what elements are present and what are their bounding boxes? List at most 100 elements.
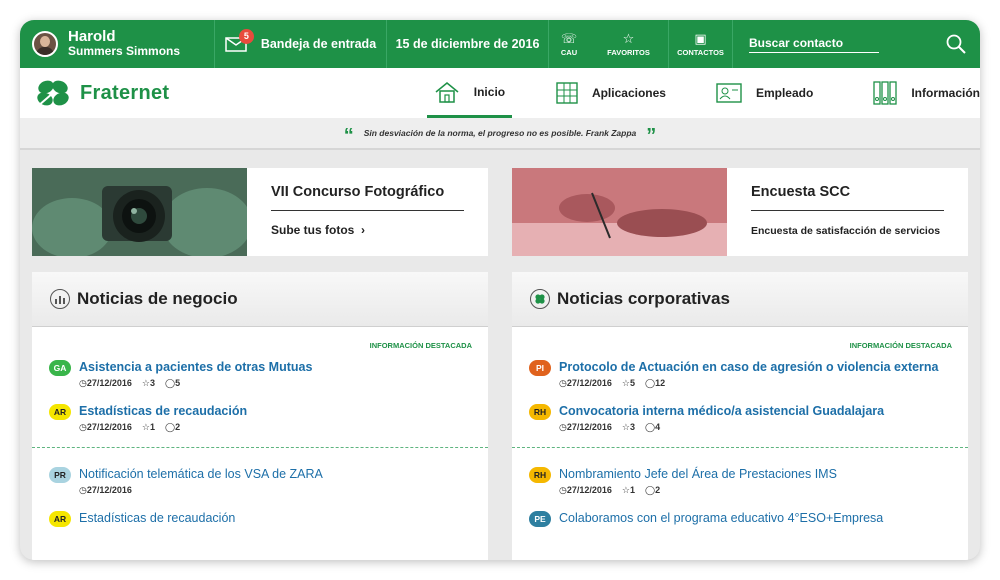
news-title[interactable]: Estadísticas de recaudación — [79, 403, 247, 419]
top-bar: Harold Summers Simmons 5 Bandeja de entr… — [20, 20, 980, 68]
news-date-value: 27/12/2016 — [566, 378, 612, 388]
contacts-label: CONTACTOS — [677, 47, 724, 57]
news-comments: ◯2 — [165, 422, 180, 433]
nav-aplicaciones[interactable]: Aplicaciones — [556, 68, 666, 118]
news-date: ◷27/12/2016 — [79, 422, 132, 433]
cau-label: CAU — [560, 47, 578, 57]
user-name: Harold Summers Simmons — [68, 28, 181, 58]
tag-badge: RH — [529, 404, 551, 420]
news-item[interactable]: AR Estadísticas de recaudación — [32, 510, 488, 527]
photo-contest-banner[interactable]: VII Concurso Fotográfico Sube tus fotos … — [32, 168, 488, 256]
star-icon: ☆ — [141, 378, 150, 388]
news-item[interactable]: PE Colaboramos con el programa educativo… — [512, 510, 968, 527]
news-title[interactable]: Colaboramos con el programa educativo 4°… — [559, 510, 883, 526]
tag-badge: AR — [49, 511, 71, 527]
comment-icon: ◯ — [645, 378, 656, 388]
star-icon: ☆ — [622, 30, 635, 46]
featured-label: INFORMACIÓN DESTACADA — [849, 341, 952, 350]
news-title[interactable]: Protocolo de Actuación en caso de agresi… — [559, 359, 939, 375]
app-window: Harold Summers Simmons 5 Bandeja de entr… — [20, 20, 980, 560]
inbox-count-badge: 5 — [238, 29, 254, 44]
tag-badge: PI — [529, 360, 551, 376]
news-content: Notificación telemática de los VSA de ZA… — [79, 466, 323, 496]
news-title[interactable]: Notificación telemática de los VSA de ZA… — [79, 466, 323, 482]
user-last-name: Summers Simmons — [68, 44, 181, 58]
nav-items: Inicio Aplicaciones Empleado Información — [426, 68, 980, 118]
clock-icon: ◷ — [79, 422, 87, 432]
news-stars-count: 1 — [149, 422, 155, 432]
star-icon: ☆ — [621, 378, 630, 388]
news-stars-count: 3 — [149, 378, 155, 388]
favorites-button[interactable]: ☆ FAVORITOS — [589, 20, 669, 68]
business-news-panel: Noticias de negocio INFORMACIÓN DESTACAD… — [32, 272, 488, 560]
contact-search: Buscar contacto — [733, 20, 980, 68]
banner-body: VII Concurso Fotográfico Sube tus fotos … — [247, 168, 488, 256]
news-item[interactable]: RH Convocatoria interna médico/a asisten… — [512, 403, 968, 433]
divider — [512, 447, 968, 448]
inbox-button[interactable]: 5 Bandeja de entrada — [215, 20, 387, 68]
news-item[interactable]: AR Estadísticas de recaudación ◷27/12/20… — [32, 403, 488, 433]
comment-icon: ◯ — [165, 378, 176, 388]
news-meta: ◷27/12/2016 ☆1 ◯2 — [559, 485, 837, 496]
banner-title: VII Concurso Fotográfico — [271, 184, 464, 211]
banner-body: Encuesta SCC Encuesta de satisfacción de… — [727, 168, 968, 256]
user-profile[interactable]: Harold Summers Simmons — [20, 20, 215, 68]
panel-header: Noticias de negocio — [32, 272, 488, 327]
nav-informacion[interactable]: Información — [873, 68, 980, 118]
news-stars-count: 1 — [629, 485, 635, 495]
news-date: ◷27/12/2016 — [79, 378, 132, 389]
search-input[interactable]: Buscar contacto — [749, 36, 879, 53]
news-title[interactable]: Asistencia a pacientes de otras Mutuas — [79, 359, 312, 375]
nav-inicio-label: Inicio — [473, 84, 506, 99]
news-comments: ◯2 — [645, 485, 660, 496]
survey-banner[interactable]: Encuesta SCC Encuesta de satisfacción de… — [512, 168, 968, 256]
news-title[interactable]: Estadísticas de recaudación — [79, 510, 235, 526]
news-stars: ☆5 — [622, 378, 635, 389]
news-comments-count: 2 — [175, 422, 181, 432]
news-item[interactable]: PR Notificación telemática de los VSA de… — [32, 466, 488, 496]
news-item[interactable]: RH Nombramiento Jefe del Área de Prestac… — [512, 466, 968, 496]
featured-label: INFORMACIÓN DESTACADA — [369, 341, 472, 350]
news-stars: ☆3 — [142, 378, 155, 389]
banner-link[interactable]: Sube tus fotos › — [271, 223, 464, 237]
cau-button[interactable]: ☏ CAU — [549, 20, 589, 68]
clock-icon: ◷ — [79, 485, 87, 495]
nav-empleado[interactable]: Empleado — [716, 68, 813, 118]
tag-badge: GA — [49, 360, 71, 376]
news-content: Protocolo de Actuación en caso de agresi… — [559, 359, 939, 389]
user-first-name: Harold — [68, 28, 116, 45]
search-icon[interactable] — [946, 34, 966, 54]
comment-icon: ◯ — [645, 485, 656, 495]
panel-title: Noticias de negocio — [77, 289, 238, 308]
news-comments-count: 5 — [175, 378, 181, 388]
news-title[interactable]: Convocatoria interna médico/a asistencia… — [559, 403, 884, 419]
writing-photo — [512, 168, 727, 256]
binders-icon — [873, 81, 897, 105]
clock-icon: ◷ — [79, 378, 87, 388]
news-stars: ☆1 — [142, 422, 155, 433]
bar-chart-icon — [50, 289, 70, 309]
news-content: Convocatoria interna médico/a asistencia… — [559, 403, 884, 433]
brand-name: Fraternet — [80, 81, 170, 104]
news-content: Asistencia a pacientes de otras Mutuas ◷… — [79, 359, 312, 389]
comment-icon: ◯ — [165, 422, 176, 432]
news-title[interactable]: Nombramiento Jefe del Área de Prestacion… — [559, 466, 837, 482]
contacts-icon: ▣ — [694, 30, 707, 46]
news-date: ◷27/12/2016 — [559, 422, 612, 433]
news-content: Colaboramos con el programa educativo 4°… — [559, 510, 883, 527]
star-icon: ☆ — [621, 422, 630, 432]
news-item[interactable]: GA Asistencia a pacientes de otras Mutua… — [32, 359, 488, 389]
contacts-button[interactable]: ▣ CONTACTOS — [669, 20, 733, 68]
quote-bar: “ Sin desviación de la norma, el progres… — [20, 118, 980, 150]
employee-card-icon — [716, 83, 742, 103]
nav-inicio[interactable]: Inicio — [426, 68, 512, 118]
news-content: Estadísticas de recaudación ◷27/12/2016 … — [79, 403, 247, 433]
brand-logo[interactable]: Fraternet — [20, 78, 427, 108]
news-date: ◷27/12/2016 — [559, 485, 612, 496]
banner-subtitle[interactable]: Encuesta de satisfacción de servicios — [751, 225, 944, 237]
news-meta: ◷27/12/2016 — [79, 485, 323, 496]
news-comments: ◯4 — [645, 422, 660, 433]
news-meta: ◷27/12/2016 ☆3 ◯4 — [559, 422, 884, 433]
news-item[interactable]: PI Protocolo de Actuación en caso de agr… — [512, 359, 968, 389]
home-icon — [434, 81, 460, 103]
